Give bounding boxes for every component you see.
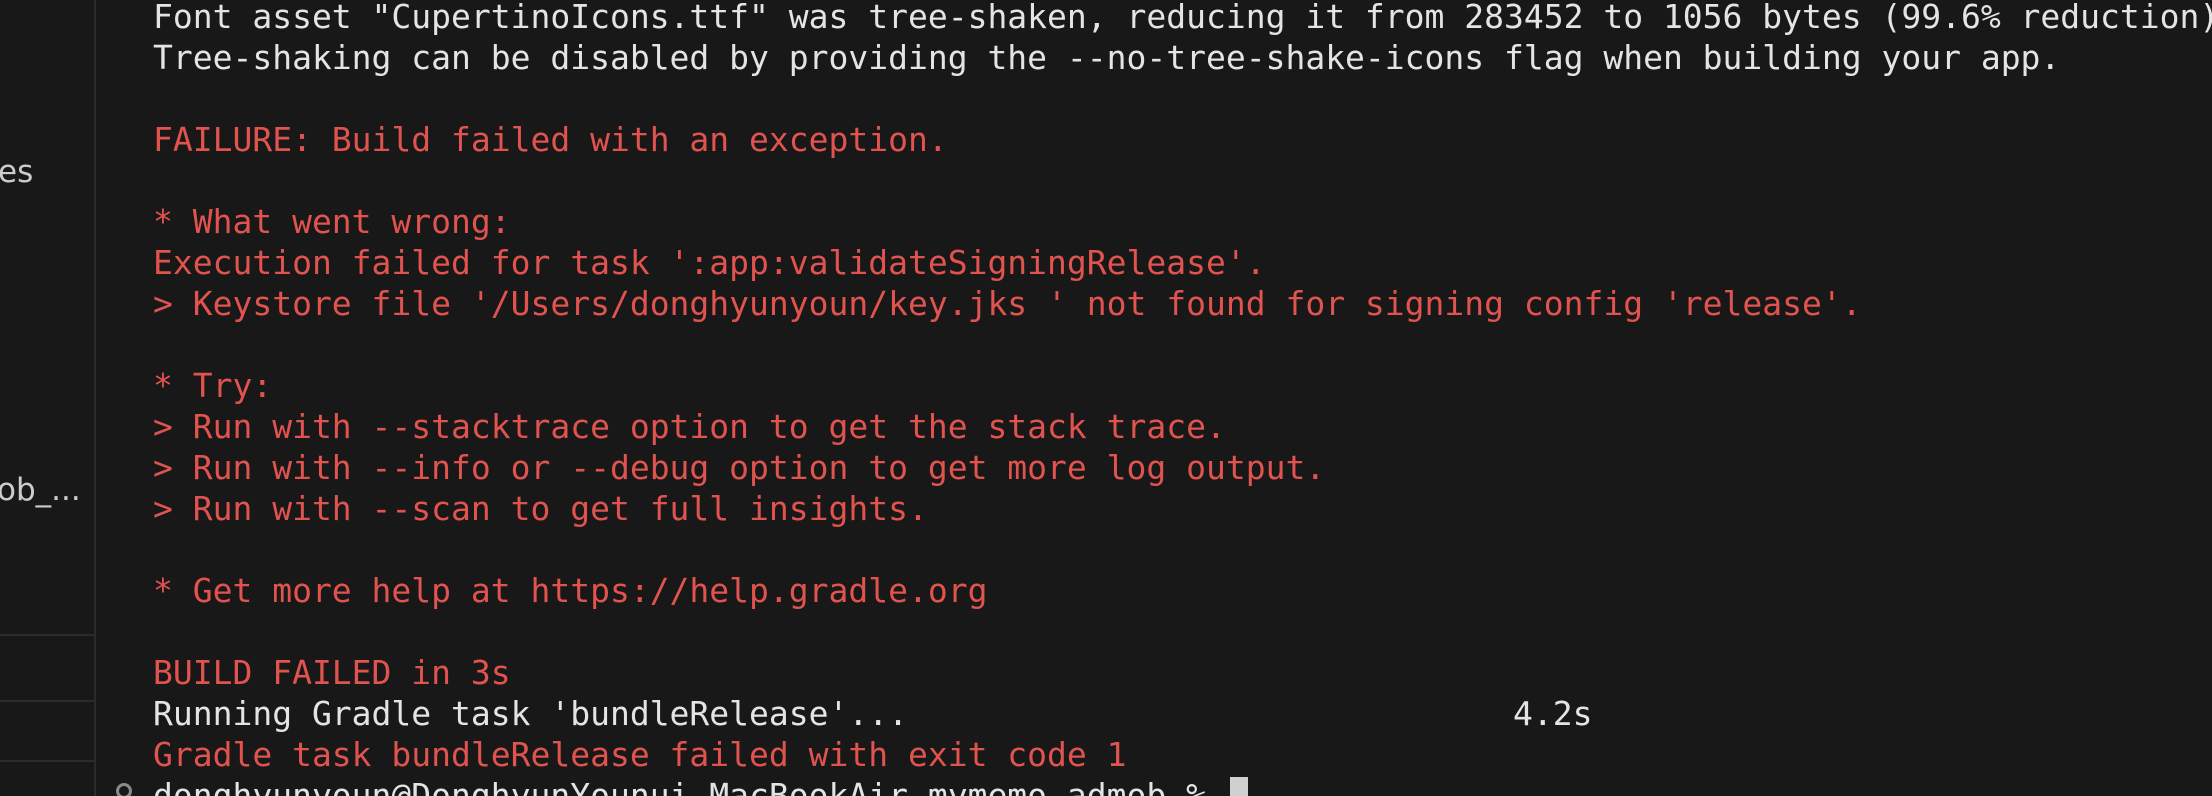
- terminal-prompt-line[interactable]: donghyunyoun@DonghyunYounui-MacBookAir m…: [153, 775, 1248, 796]
- terminal-line: Gradle task bundleRelease failed with ex…: [153, 735, 1127, 774]
- sidebar-item-label[interactable]: es: [0, 154, 33, 190]
- terminal-panel[interactable]: Font asset "CupertinoIcons.ttf" was tree…: [96, 0, 2212, 796]
- sidebar-divider: [0, 634, 94, 636]
- terminal-line: * Try:: [153, 366, 273, 405]
- terminal-line: > Run with --scan to get full insights.: [153, 489, 928, 528]
- sidebar-divider: [0, 700, 94, 702]
- terminal-line: Tree-shaking can be disabled by providin…: [153, 38, 2061, 77]
- terminal-line: * What went wrong:: [153, 202, 511, 241]
- shell-prompt: donghyunyoun@DonghyunYounui-MacBookAir m…: [153, 776, 1226, 796]
- sidebar-item-label[interactable]: ob_...: [0, 472, 81, 508]
- terminal-line: FAILURE: Build failed with an exception.: [153, 120, 948, 159]
- task-duration: 4.2s: [1513, 694, 1593, 733]
- circle-icon[interactable]: [116, 783, 132, 796]
- terminal-line: Running Gradle task 'bundleRelease'...: [153, 694, 908, 733]
- terminal-line: > Run with --info or --debug option to g…: [153, 448, 1326, 487]
- terminal-line: > Run with --stacktrace option to get th…: [153, 407, 1226, 446]
- terminal-line: BUILD FAILED in 3s: [153, 653, 511, 692]
- block-cursor-icon: [1229, 777, 1248, 796]
- terminal-line: * Get more help at https://help.gradle.o…: [153, 571, 988, 610]
- terminal-line: Font asset "CupertinoIcons.ttf" was tree…: [153, 0, 2212, 36]
- terminal-line: > Keystore file '/Users/donghyunyoun/key…: [153, 284, 1862, 323]
- terminal-line: Execution failed for task ':app:validate…: [153, 243, 1266, 282]
- explorer-sidebar: es ob_...: [0, 0, 96, 796]
- sidebar-divider: [0, 760, 94, 762]
